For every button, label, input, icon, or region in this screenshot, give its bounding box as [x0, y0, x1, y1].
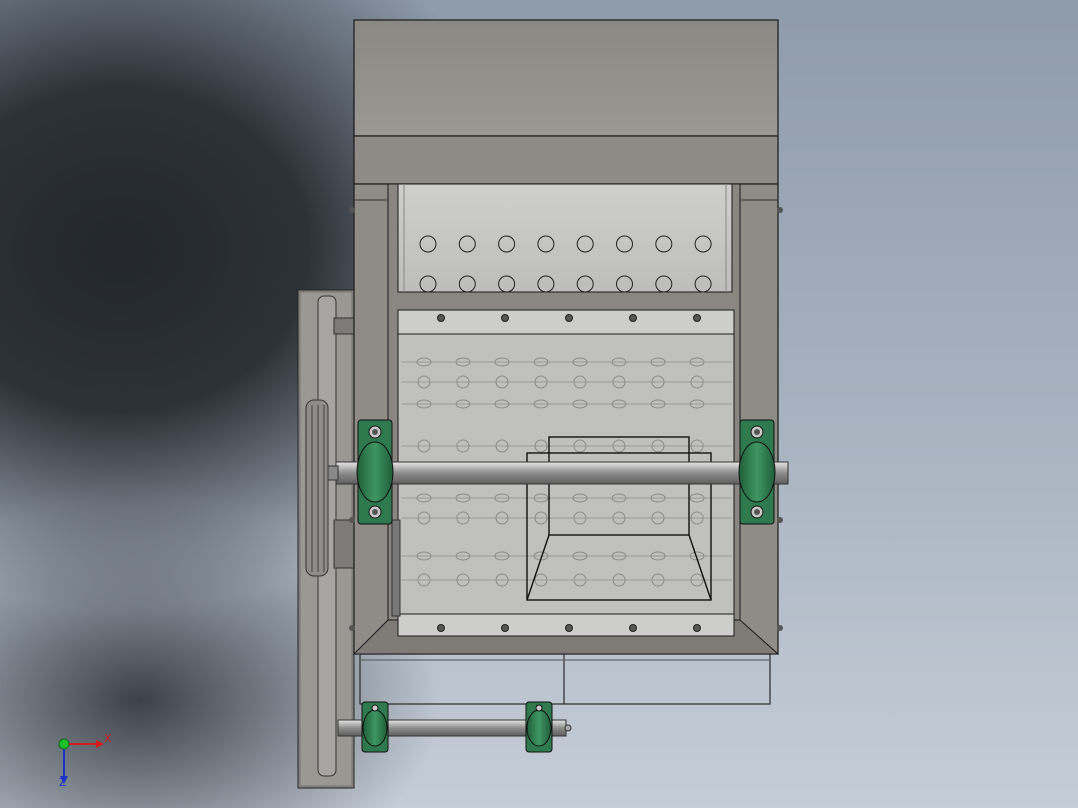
bolt	[501, 624, 509, 632]
screen-plate[interactable]	[397, 183, 733, 293]
cad-viewport[interactable]	[0, 0, 1078, 808]
bolt	[693, 314, 701, 322]
bearing-block-right[interactable]	[738, 419, 776, 525]
bolt	[693, 624, 701, 632]
bolt	[437, 314, 445, 322]
bolt	[629, 624, 637, 632]
triad-x-label: X	[104, 732, 112, 745]
hopper[interactable]	[353, 19, 779, 185]
bolt	[565, 314, 573, 322]
bearing-block-left[interactable]	[356, 419, 394, 525]
triad-z-label: Z	[59, 776, 67, 789]
bolt	[437, 624, 445, 632]
rotor-shaft[interactable]	[327, 461, 789, 485]
bolt	[501, 314, 509, 322]
bearing-block-lower-left[interactable]	[361, 701, 389, 753]
bolt	[629, 314, 637, 322]
reference-triad: X Z	[44, 728, 114, 789]
lower-frame[interactable]	[359, 653, 771, 705]
bolt	[565, 624, 573, 632]
